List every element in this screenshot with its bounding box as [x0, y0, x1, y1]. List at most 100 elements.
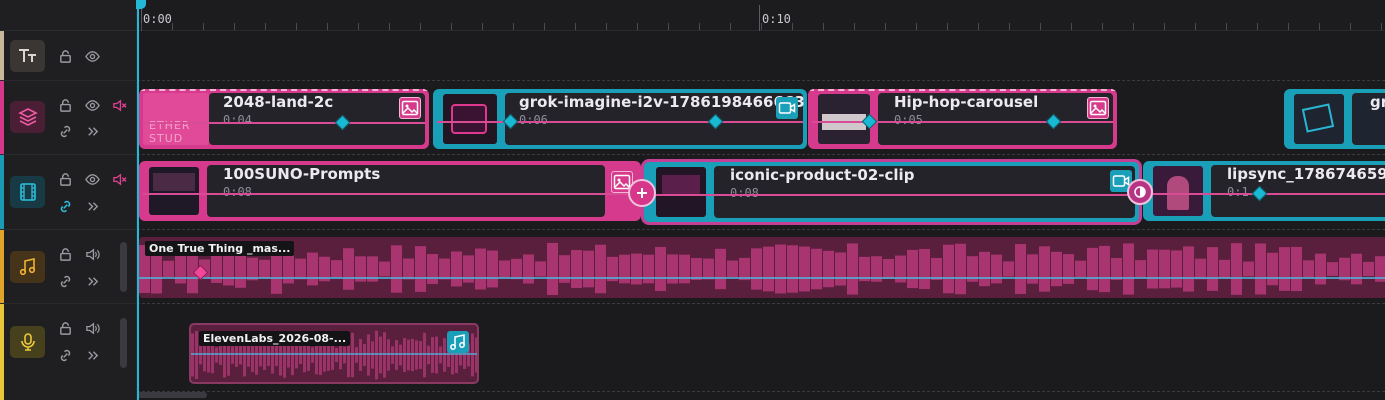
- horizontal-scrollbar[interactable]: [137, 392, 207, 398]
- waveform-bar: [823, 250, 834, 288]
- add-transition-button[interactable]: [628, 179, 656, 207]
- speaker-muted-icon[interactable]: [110, 170, 128, 188]
- keyframe-line: [648, 194, 1137, 196]
- volume-line: [139, 277, 1385, 279]
- eye-icon[interactable]: [83, 47, 101, 65]
- ruler-minor-tick: [761, 23, 762, 30]
- ruler-minor-tick: [637, 23, 638, 30]
- link-icon[interactable]: [56, 272, 74, 290]
- waveform-bar: [1063, 254, 1074, 284]
- waveform-bar: [847, 243, 858, 295]
- ruler-minor-tick: [668, 23, 669, 30]
- time-ruler[interactable]: 0:00 0:10: [137, 0, 1385, 31]
- video-clip[interactable]: lipsync_17867465909 0:1: [1143, 161, 1385, 221]
- ruler-minor-tick: [730, 23, 731, 30]
- music-clip[interactable]: One True Thing _mas...: [139, 237, 1385, 298]
- waveform-bar: [1159, 249, 1170, 289]
- eye-icon[interactable]: [83, 170, 101, 188]
- ruler-minor-tick: [358, 23, 359, 30]
- ruler-minor-tick: [699, 23, 700, 30]
- overlay-clip[interactable]: grok-imagine-i2v-1786198466663 0:06: [433, 89, 807, 149]
- waveform-bar: [435, 336, 438, 374]
- chevron-double-right-icon[interactable]: [83, 272, 101, 290]
- waveform-bar: [355, 347, 358, 363]
- waveform-bar: [775, 244, 786, 294]
- track-header-video: [0, 155, 137, 230]
- keyframe-line: [437, 121, 803, 123]
- chevron-double-right-icon[interactable]: [83, 346, 101, 364]
- ruler-minor-tick: [172, 23, 173, 30]
- track-header-voice: [0, 304, 137, 400]
- link-icon-active[interactable]: [56, 197, 74, 215]
- overlay-clip[interactable]: gr: [1284, 89, 1385, 149]
- ruler-minor-tick: [420, 23, 421, 30]
- lock-icon[interactable]: [56, 96, 74, 114]
- clip-thumbnail: [1294, 94, 1344, 144]
- clip-duration: 0:08: [223, 185, 252, 199]
- clip-title: grok-imagine-i2v-1786198466663: [519, 93, 805, 111]
- image-icon: [1087, 97, 1109, 119]
- link-icon[interactable]: [56, 122, 74, 140]
- transition-button[interactable]: [1127, 179, 1153, 205]
- video-clip[interactable]: 100SUNO-Prompts 0:08: [139, 161, 641, 221]
- speaker-muted-icon[interactable]: [110, 96, 128, 114]
- voice-clip[interactable]: ElevenLabs_2026-08-...: [189, 323, 479, 384]
- overlay-clip[interactable]: Hip-hop-carousel 0:05: [808, 89, 1117, 149]
- waveform-bar: [403, 338, 406, 372]
- waveform-bar: [583, 250, 594, 288]
- video-clip-selected[interactable]: iconic-product-02-clip 0:08: [641, 159, 1142, 225]
- clip-duration: 0:06: [519, 113, 548, 127]
- waveform-bar: [371, 341, 374, 369]
- microphone-icon: [10, 326, 45, 358]
- clip-top-edge: [139, 89, 429, 91]
- lock-icon[interactable]: [56, 319, 74, 337]
- volume-slider[interactable]: [120, 242, 127, 292]
- lock-icon[interactable]: [56, 170, 74, 188]
- track-header-text: [0, 31, 137, 81]
- ruler-minor-tick: [141, 23, 142, 30]
- waveform-bar: [1315, 253, 1326, 285]
- clip-title: One True Thing _mas...: [145, 241, 295, 256]
- lock-icon[interactable]: [56, 245, 74, 263]
- track-color-stripe: [0, 31, 4, 80]
- waveform-bar: [427, 254, 438, 284]
- waveform-bar: [163, 260, 174, 278]
- clip-title: lipsync_17867465909: [1227, 165, 1385, 183]
- volume-slider[interactable]: [120, 318, 127, 368]
- playhead[interactable]: [137, 0, 139, 400]
- keyframe-line: [143, 193, 637, 195]
- ruler-minor-tick: [482, 23, 483, 30]
- clip-title: 100SUNO-Prompts: [223, 165, 381, 183]
- chevron-double-right-icon[interactable]: [83, 122, 101, 140]
- speaker-icon[interactable]: [83, 319, 101, 337]
- waveform-bar: [1231, 243, 1242, 295]
- waveform-bar: [235, 343, 238, 367]
- waveform-bar: [175, 254, 186, 284]
- lane-text[interactable]: [137, 31, 1385, 81]
- lock-icon[interactable]: [56, 47, 74, 65]
- clip-title: 2048-land-2c: [223, 93, 334, 111]
- thumb-art: [451, 104, 487, 134]
- clip-thumbnail: [443, 94, 497, 144]
- waveform-bar: [375, 330, 378, 380]
- track-color-stripe: [0, 155, 4, 229]
- clip-duration: 0:04: [223, 113, 252, 127]
- keyframe-line: [143, 122, 425, 124]
- waveform-bar: [391, 245, 402, 293]
- waveform-bar: [231, 346, 234, 364]
- waveform-bar: [595, 244, 606, 294]
- clip-thumbnail: [149, 167, 199, 215]
- ruler-minor-tick: [203, 23, 204, 30]
- waveform-bar: [383, 332, 386, 378]
- eye-icon[interactable]: [83, 96, 101, 114]
- waveform-bar: [1291, 246, 1302, 292]
- speaker-icon[interactable]: [83, 245, 101, 263]
- overlay-clip[interactable]: ETHER STUD 2048-land-2c 0:04: [139, 89, 429, 149]
- waveform-bar: [475, 337, 477, 373]
- waveform-bar: [943, 244, 954, 294]
- link-icon[interactable]: [56, 346, 74, 364]
- ruler-minor-tick: [1288, 23, 1289, 30]
- plus-icon: [637, 188, 647, 198]
- chevron-double-right-icon[interactable]: [83, 197, 101, 215]
- waveform-bar: [547, 242, 558, 296]
